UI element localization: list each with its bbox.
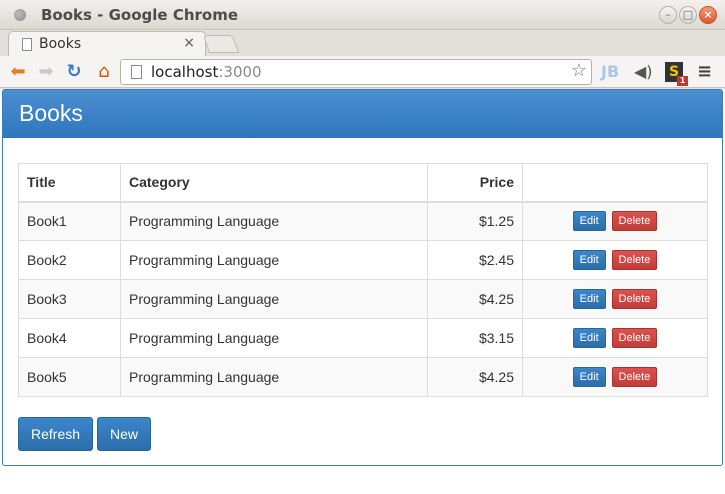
- window-menu-icon[interactable]: [14, 9, 26, 21]
- cell-actions: Edit Delete: [522, 357, 708, 397]
- url-host: localhost: [151, 63, 219, 81]
- books-panel: Books Title Category Price Book1 Program…: [2, 89, 723, 466]
- panel-heading: Books: [3, 90, 722, 138]
- tab-books[interactable]: Books ×: [8, 31, 206, 57]
- chrome-menu-icon[interactable]: ≡: [697, 62, 712, 82]
- edit-button[interactable]: Edit: [572, 250, 606, 270]
- cell-title: Book1: [18, 201, 121, 241]
- table-row: Book3 Programming Language $4.25 Edit De…: [18, 279, 708, 319]
- cell-price: $4.25: [427, 357, 523, 397]
- tab-close-icon[interactable]: ×: [183, 35, 195, 51]
- cell-title: Book5: [18, 357, 121, 397]
- cell-actions: Edit Delete: [522, 318, 708, 358]
- refresh-button[interactable]: Refresh: [18, 417, 94, 451]
- home-icon[interactable]: ⌂: [94, 62, 114, 82]
- cell-actions: Edit Delete: [522, 279, 708, 319]
- cell-price: $4.25: [427, 279, 523, 319]
- url-port: :3000: [218, 63, 262, 81]
- table-row: Book2 Programming Language $2.45 Edit De…: [18, 240, 708, 280]
- address-bar[interactable]: localhost:3000 ☆: [120, 59, 592, 85]
- s-extension-icon[interactable]: S1: [665, 62, 688, 86]
- jetbrains-extension-icon[interactable]: JB: [601, 62, 619, 82]
- edit-button[interactable]: Edit: [572, 211, 606, 232]
- delete-button[interactable]: Delete: [611, 328, 658, 348]
- table-row: Book5 Programming Language $4.25 Edit De…: [18, 357, 708, 397]
- cell-price: $3.15: [427, 318, 523, 358]
- delete-button[interactable]: Delete: [611, 250, 658, 270]
- table-header-row: Title Category Price: [18, 163, 708, 203]
- cell-price: $1.25: [427, 201, 523, 241]
- browser-toolbar: ⬅ ➡ ↻ ⌂ localhost:3000 ☆ JB ◀) S1 ≡: [0, 56, 725, 88]
- tab-strip: Books ×: [0, 30, 725, 57]
- cell-category: Programming Language: [120, 279, 428, 319]
- maximize-icon: □: [682, 8, 694, 21]
- forward-arrow-icon[interactable]: ➡: [36, 62, 56, 82]
- cell-category: Programming Language: [120, 318, 428, 358]
- edit-button[interactable]: Edit: [572, 328, 606, 348]
- page-icon: [131, 65, 142, 79]
- header-price: Price: [427, 163, 523, 203]
- bookmark-star-icon[interactable]: ☆: [571, 60, 587, 81]
- new-tab-button[interactable]: [202, 35, 240, 53]
- cell-title: Book4: [18, 318, 121, 358]
- close-window-button[interactable]: ×: [699, 6, 717, 24]
- header-title: Title: [18, 163, 121, 203]
- new-button[interactable]: New: [97, 417, 152, 451]
- page-content: Books Title Category Price Book1 Program…: [0, 89, 725, 494]
- reload-icon[interactable]: ↻: [64, 62, 84, 82]
- window-title: Books - Google Chrome: [41, 6, 239, 24]
- cell-category: Programming Language: [120, 240, 428, 280]
- books-table-wrapper: Title Category Price Book1 Programming L…: [18, 163, 708, 397]
- edit-button[interactable]: Edit: [572, 367, 606, 387]
- minimize-icon: –: [665, 8, 671, 21]
- table-row: Book1 Programming Language $1.25 Edit De…: [18, 201, 708, 241]
- books-table: Title Category Price Book1 Programming L…: [18, 163, 708, 397]
- footer-buttons: Refresh New: [18, 417, 152, 451]
- delete-button[interactable]: Delete: [611, 289, 658, 309]
- cell-category: Programming Language: [120, 357, 428, 397]
- cell-actions: Edit Delete: [522, 201, 708, 241]
- delete-button[interactable]: Delete: [611, 211, 658, 232]
- delete-button[interactable]: Delete: [611, 367, 658, 387]
- cell-price: $2.45: [427, 240, 523, 280]
- back-arrow-icon[interactable]: ⬅: [8, 62, 28, 82]
- cell-title: Book3: [18, 279, 121, 319]
- maximize-button[interactable]: □: [679, 6, 697, 24]
- close-icon: ×: [703, 8, 713, 21]
- speaker-extension-icon[interactable]: ◀): [634, 62, 653, 82]
- table-row: Book4 Programming Language $3.15 Edit De…: [18, 318, 708, 358]
- window-controls: – □ ×: [659, 6, 717, 24]
- minimize-button[interactable]: –: [659, 6, 677, 24]
- edit-button[interactable]: Edit: [572, 289, 606, 309]
- page-favicon-icon: [22, 38, 32, 51]
- cell-category: Programming Language: [120, 201, 428, 241]
- extension-badge: 1: [677, 76, 688, 86]
- header-actions: [522, 163, 708, 203]
- header-category: Category: [120, 163, 428, 203]
- cell-actions: Edit Delete: [522, 240, 708, 280]
- tab-title: Books: [39, 36, 82, 52]
- window-titlebar: Books - Google Chrome – □ ×: [0, 0, 725, 30]
- url-text[interactable]: localhost:3000: [151, 63, 262, 81]
- cell-title: Book2: [18, 240, 121, 280]
